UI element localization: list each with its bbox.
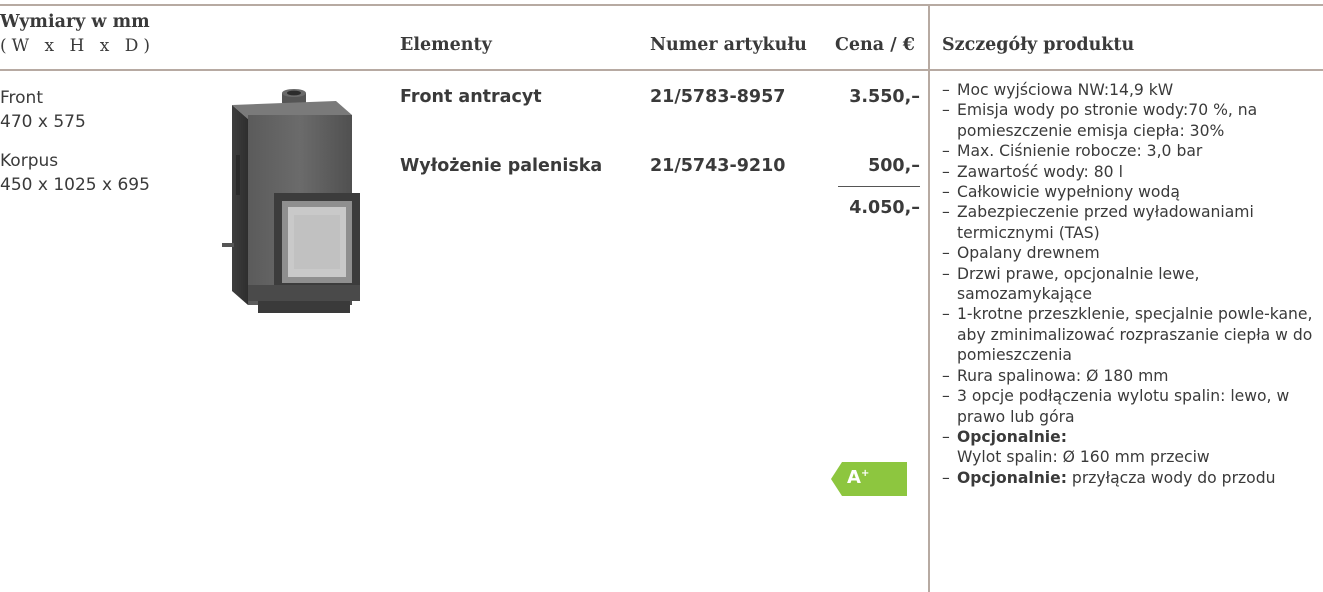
details-item: Drzwi prawe, opcjonalnie lewe, samozamyk… [942,264,1317,305]
details-item: Moc wyjściowa NW:14,9 kW [942,80,1317,101]
item-article-number: 21/5743-9210 [650,156,786,176]
details-item: Zabezpieczenie przed wyładowaniami termi… [942,202,1317,243]
header-rule [0,69,1323,71]
details-item: 3 opcje podłączenia wylotu spalin: lewo,… [942,386,1317,427]
item-name: Front antracyt [400,87,542,107]
details-item: Emisja wody po stronie wody:70 %, na pom… [942,100,1317,141]
korpus-value: 450 x 1025 x 695 [0,175,150,195]
details-item: Opcjonalnie:Wylot spalin: Ø 160 mm przec… [942,427,1317,468]
total-price: 4.050,– [849,198,920,218]
product-details-list: Moc wyjściowa NW:14,9 kW Emisja wody po … [942,80,1317,489]
details-item: Całkowicie wypełniony wodą [942,182,1317,203]
korpus-label: Korpus [0,151,59,171]
details-item: Zawartość wody: 80 l [942,162,1317,183]
dimensions-subheader: (W x H x D) [0,36,155,56]
stove-product-image [222,89,360,313]
total-rule [838,186,920,187]
details-item: Max. Ciśnienie robocze: 3,0 bar [942,141,1317,162]
details-item: Rura spalinowa: Ø 180 mm [942,366,1317,387]
item-article-number: 21/5783-8957 [650,87,786,107]
column-divider [928,4,930,592]
details-header: Szczegóły produktu [942,35,1135,55]
front-label: Front [0,88,43,108]
item-name: Wyłożenie paleniska [400,156,603,176]
article-number-header: Numer artykułu [650,35,807,55]
front-value: 470 x 575 [0,112,86,132]
top-rule [0,4,1323,6]
elements-header: Elementy [400,35,492,55]
details-item: Opalany drewnem [942,243,1317,264]
details-item: 1-krotne przeszklenie, specjalnie powle-… [942,304,1317,365]
energy-class-label: A+ [847,467,870,488]
dimensions-header: Wymiary w mm [0,12,150,32]
price-header: Cena / € [835,35,915,55]
details-item: Opcjonalnie: przyłącza wody do przodu [942,468,1317,489]
item-price: 3.550,– [849,87,920,107]
item-price: 500,– [868,156,920,176]
